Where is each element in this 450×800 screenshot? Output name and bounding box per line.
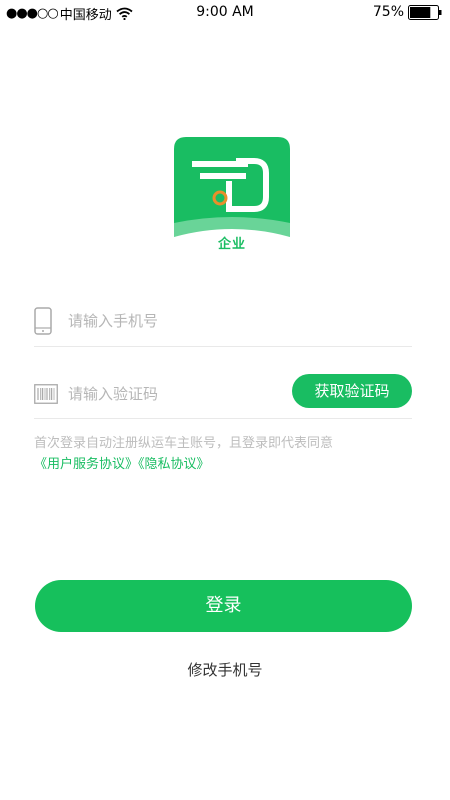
battery-icon	[408, 4, 442, 20]
agreement-text: 首次登录自动注册纵运车主账号，且登录即代表同意	[34, 436, 334, 451]
status-right: 75%	[373, 4, 442, 20]
agreement: 首次登录自动注册纵运车主账号，且登录即代表同意 《用户服务协议》《隐私协议》	[34, 433, 424, 475]
logo-caption: 企业	[217, 237, 246, 252]
phone-field	[34, 300, 412, 347]
phone-icon	[34, 307, 52, 335]
privacy-policy-link[interactable]: 《隐私协议》	[138, 457, 210, 472]
login-button[interactable]: 登录	[35, 580, 412, 632]
change-phone-link[interactable]: 修改手机号	[0, 659, 450, 680]
battery-percent: 75%	[372, 4, 404, 20]
barcode-icon	[34, 384, 58, 404]
code-input[interactable]	[68, 382, 308, 406]
code-field: 获取验证码	[34, 373, 412, 419]
get-code-button[interactable]: 获取验证码	[292, 374, 412, 408]
phone-input[interactable]	[68, 309, 308, 333]
user-agreement-link[interactable]: 《用户服务协议》	[34, 457, 138, 472]
app-logo-icon	[174, 137, 290, 237]
app-logo: 企业	[174, 137, 290, 252]
agreement-links: 《用户服务协议》《隐私协议》	[34, 454, 424, 475]
status-bar: ●●●○○ 中国移动 9:00 AM 75%	[0, 0, 450, 26]
